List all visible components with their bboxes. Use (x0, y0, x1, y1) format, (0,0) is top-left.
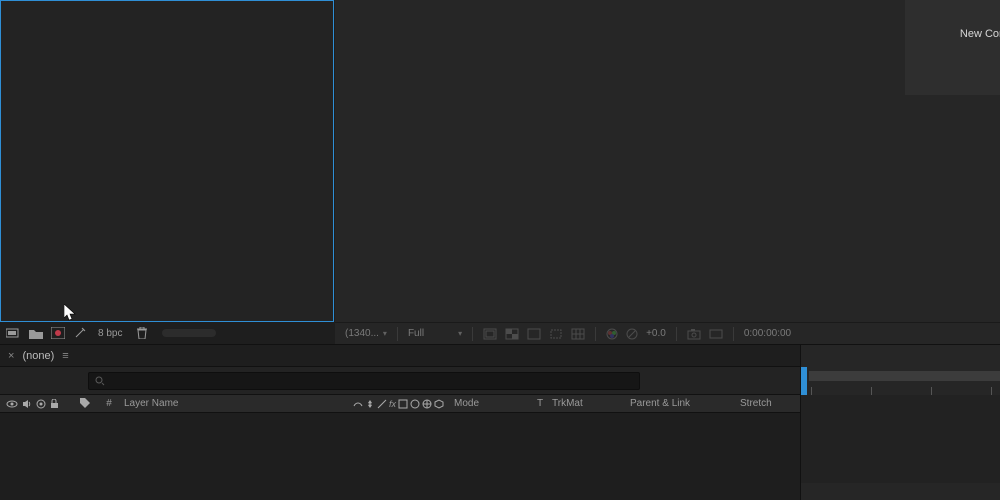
show-snapshot-icon[interactable] (709, 328, 723, 340)
separator (397, 327, 398, 341)
video-toggle-icon[interactable] (6, 399, 18, 409)
panel-menu-icon[interactable]: ≡ (62, 350, 68, 362)
reset-exposure-icon[interactable] (626, 328, 638, 340)
new-composition-icon[interactable] (50, 326, 66, 340)
separator (595, 327, 596, 341)
viewer-footer: (1340... ▾ Full ▾ +0.0 (335, 322, 1000, 344)
project-zoom-slider[interactable] (162, 329, 216, 337)
motion-blur-switch-icon[interactable] (410, 399, 420, 409)
top-split: 8 bpc New Composition New Composition Fr… (0, 0, 1000, 344)
stretch-header[interactable]: Stretch (740, 398, 800, 409)
timeline-panel: × (none) ≡ # (0, 344, 1000, 500)
quality-switch-icon[interactable] (377, 399, 387, 409)
collapse-transform-icon[interactable] (365, 399, 375, 409)
fx-switch-icon[interactable]: fx (389, 399, 396, 409)
ruler-tick (931, 387, 932, 395)
av-column-icons (0, 399, 72, 409)
fast-preview-icon[interactable] (483, 328, 497, 340)
close-tab-icon[interactable]: × (8, 350, 14, 362)
ruler-tick (991, 387, 992, 395)
lock-toggle-icon[interactable] (50, 399, 59, 409)
bpc-label[interactable]: 8 bpc (98, 328, 122, 339)
resolution-value: Full (408, 328, 424, 339)
grid-icon[interactable] (571, 328, 585, 340)
index-column-header[interactable]: # (98, 398, 120, 409)
interpret-footage-icon[interactable] (6, 326, 22, 340)
chevron-down-icon: ▾ (383, 329, 387, 338)
timecode-display[interactable]: 0:00:00:00 (744, 328, 791, 339)
layer-search-input[interactable] (88, 372, 640, 390)
exposure-value[interactable]: +0.0 (646, 328, 666, 339)
solo-toggle-icon[interactable] (36, 399, 46, 409)
audio-toggle-icon[interactable] (22, 399, 32, 409)
preserve-transparency-header[interactable]: T (528, 398, 552, 409)
project-settings-icon[interactable] (72, 326, 88, 340)
mode-column-header[interactable]: Mode (448, 398, 528, 409)
search-icon (95, 376, 105, 386)
shy-switch-icon[interactable] (353, 399, 363, 409)
chevron-down-icon: ▾ (458, 329, 462, 338)
new-folder-icon[interactable] (28, 326, 44, 340)
ruler-tick (811, 387, 812, 395)
separator (472, 327, 473, 341)
separator (733, 327, 734, 341)
project-panel[interactable]: 8 bpc (0, 0, 335, 344)
composition-viewer: New Composition New Composition From Foo… (335, 0, 1000, 344)
time-track-area[interactable] (801, 395, 1000, 483)
channel-icon[interactable] (606, 328, 618, 340)
roi-icon[interactable] (549, 328, 563, 340)
ruler-tick (871, 387, 872, 395)
frame-blend-switch-icon[interactable] (398, 399, 408, 409)
magnification-value: (1340... (345, 328, 379, 339)
resolution-dropdown[interactable]: Full ▾ (408, 328, 462, 339)
snapshot-icon[interactable] (687, 328, 701, 340)
mask-visibility-icon[interactable] (527, 328, 541, 340)
project-footer: 8 bpc (0, 322, 335, 344)
magnification-dropdown[interactable]: (1340... ▾ (345, 328, 387, 339)
delete-icon[interactable] (134, 326, 150, 340)
new-composition-label: New Composition (960, 26, 1000, 43)
app-root: 8 bpc New Composition New Composition Fr… (0, 0, 1000, 500)
transparency-grid-icon[interactable] (505, 328, 519, 340)
switches-column: fx (340, 399, 448, 409)
3d-switch-icon[interactable] (434, 399, 444, 409)
playhead-indicator[interactable] (801, 367, 807, 395)
project-bin-area[interactable] (0, 0, 334, 322)
adjustment-switch-icon[interactable] (422, 399, 432, 409)
parent-link-header[interactable]: Parent & Link (630, 398, 740, 409)
separator (676, 327, 677, 341)
time-ruler[interactable] (801, 367, 1000, 395)
work-area-bar[interactable] (809, 371, 1000, 381)
time-ruler-area (800, 345, 1000, 500)
layer-name-column-header[interactable]: Layer Name (120, 398, 340, 409)
label-column-icon[interactable] (72, 398, 98, 409)
new-composition-button[interactable]: New Composition (905, 0, 1000, 95)
track-matte-header[interactable]: TrkMat (552, 398, 630, 409)
timeline-tab-name[interactable]: (none) (22, 350, 54, 362)
